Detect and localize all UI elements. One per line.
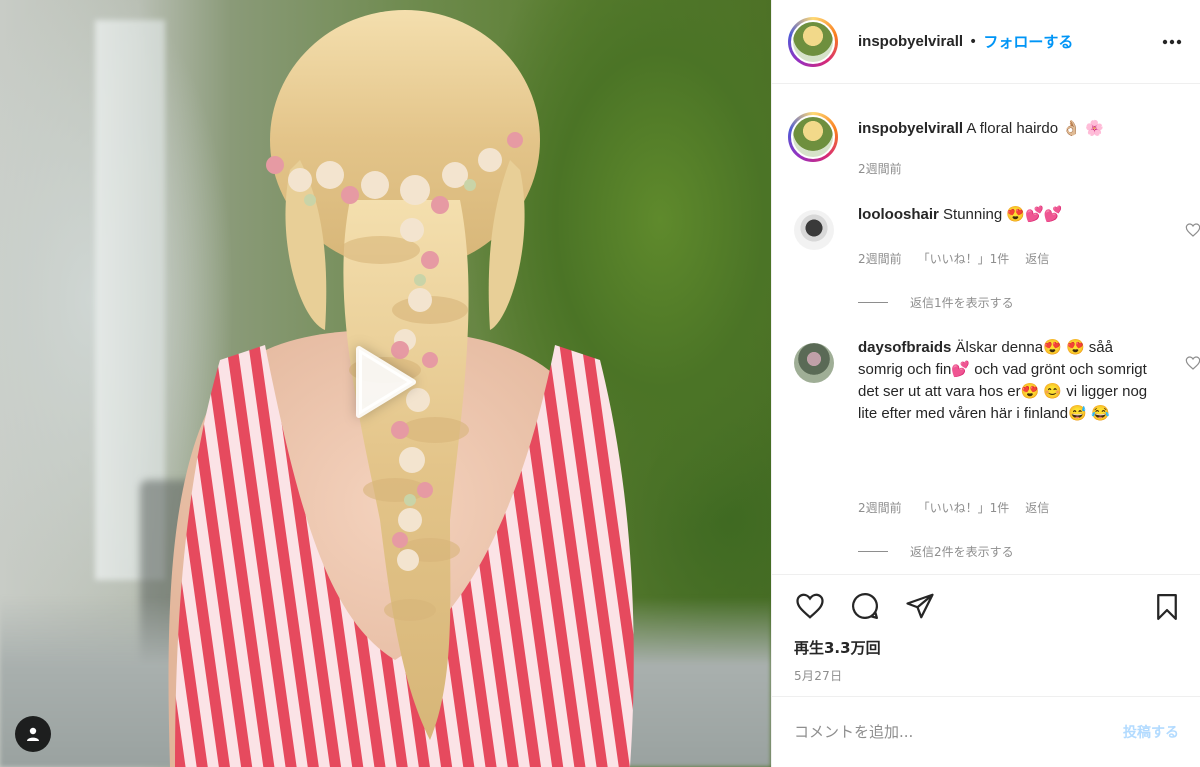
author-avatar[interactable] <box>788 16 838 67</box>
post-actions: 再生3.3万回 5月27日 <box>772 574 1200 696</box>
commenter-avatar[interactable] <box>794 343 834 383</box>
comment-like-icon[interactable] <box>1185 222 1200 238</box>
view-replies-button[interactable]: 返信2件を表示する <box>858 543 1014 560</box>
post-header: inspobyelvirall • フォローする <box>772 0 1200 84</box>
post-comment-button[interactable]: 投稿する <box>1123 722 1179 742</box>
reply-button[interactable]: 返信 <box>1025 250 1049 267</box>
view-replies-button[interactable]: 返信1件を表示する <box>858 294 1014 311</box>
view-replies-label: 返信1件を表示する <box>910 296 1014 310</box>
author-username[interactable]: inspobyelvirall <box>858 33 963 50</box>
comment-meta: 2週間前 「いいね！」1件 返信 <box>858 250 1049 267</box>
play-icon <box>356 346 416 418</box>
commenter-avatar[interactable] <box>794 210 834 250</box>
comment-text: Stunning 😍💕💕 <box>943 206 1063 223</box>
play-button[interactable] <box>330 332 430 432</box>
comment-input[interactable] <box>794 723 1123 741</box>
comment-timestamp[interactable]: 2週間前 <box>858 499 902 516</box>
add-comment-section: 投稿する <box>772 696 1200 767</box>
comment-meta: 2週間前 「いいね！」1件 返信 <box>858 499 1049 516</box>
post-date[interactable]: 5月27日 <box>794 667 842 684</box>
post-side-panel: inspobyelvirall • フォローする inspobyelvirall… <box>771 0 1200 767</box>
save-bookmark-icon[interactable] <box>1152 591 1182 623</box>
reply-button[interactable]: 返信 <box>1025 499 1049 516</box>
follow-button[interactable]: フォローする <box>983 31 1073 52</box>
caption-timestamp[interactable]: 2週間前 <box>858 160 902 177</box>
comment-likes-count[interactable]: 「いいね！」1件 <box>918 250 1010 267</box>
commenter-username[interactable]: daysofbraids <box>858 339 951 356</box>
view-replies-label: 返信2件を表示する <box>910 545 1014 559</box>
comment-likes-count[interactable]: 「いいね！」1件 <box>918 499 1010 516</box>
like-icon[interactable] <box>794 591 826 621</box>
comments-list[interactable]: inspobyelvirall A floral hairdo 👌🏼 🌸 2週間… <box>772 84 1200 574</box>
separator-dot: • <box>969 33 978 50</box>
tagged-users-button[interactable] <box>15 716 51 752</box>
post-video[interactable] <box>0 0 771 767</box>
more-horizontal-icon <box>1162 39 1182 44</box>
commenter-username[interactable]: loolooshair <box>858 206 939 223</box>
user-icon <box>27 727 39 741</box>
share-icon[interactable] <box>904 591 936 621</box>
more-options-button[interactable] <box>1160 30 1184 54</box>
view-count[interactable]: 再生3.3万回 <box>794 637 881 658</box>
caption-username[interactable]: inspobyelvirall <box>858 120 963 137</box>
replies-divider <box>858 302 888 303</box>
caption-text: A floral hairdo 👌🏼 🌸 <box>966 120 1104 137</box>
caption-avatar[interactable] <box>788 112 838 162</box>
action-bar <box>792 591 1182 621</box>
comment-timestamp[interactable]: 2週間前 <box>858 250 902 267</box>
comment-icon[interactable] <box>849 591 881 621</box>
replies-divider <box>858 551 888 552</box>
comment-like-icon[interactable] <box>1185 355 1200 371</box>
